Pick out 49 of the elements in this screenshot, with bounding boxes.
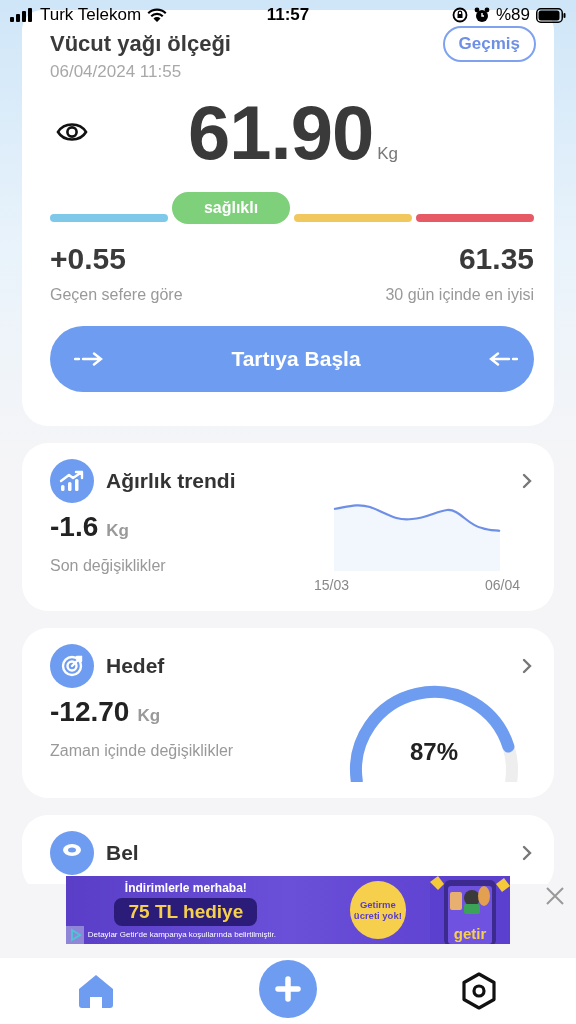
card-title: Ağırlık trendi	[106, 469, 237, 493]
ad-badge: Getirme ücreti yok!	[349, 881, 406, 939]
scale-title: Vücut yağı ölçeği	[50, 31, 231, 57]
chart-icon	[50, 459, 94, 503]
carrier-name: Turk Telekom	[40, 5, 142, 25]
goal-percent: 87%	[408, 738, 459, 766]
settings-icon[interactable]	[460, 972, 498, 1010]
arrow-left-icon	[488, 352, 518, 366]
card-caption: Zaman içinde değişiklikler	[50, 742, 234, 760]
ad-offer: 75 TL hediye	[114, 898, 258, 926]
home-icon[interactable]	[77, 973, 115, 1009]
battery-percent: %89	[495, 5, 530, 25]
axis-label: 15/03	[314, 577, 350, 593]
stat-label: 30 gün içinde en iyisi	[385, 286, 534, 304]
wifi-icon	[147, 7, 168, 23]
card-caption: Son değişiklikler	[50, 557, 166, 575]
chevron-right-icon	[522, 658, 532, 674]
stat-label: Geçen sefere göre	[50, 286, 183, 304]
ad-banner[interactable]: İndirimlerle merhaba! 75 TL hediye Detaylar Getir'de kampanya koşullarında belirtilmiştir. Getirme ücreti yok! getir	[66, 876, 510, 944]
goal-card[interactable]: Hedef -12.70 Kg Zaman içinde değişiklikler 87%	[22, 628, 554, 798]
ad-headline: İndirimlerle merhaba!	[124, 881, 247, 895]
eye-icon[interactable]	[56, 121, 88, 143]
ad-disclaimer: Detaylar Getir'de kampanya koşullarında belirtilmiştir.	[87, 930, 276, 939]
change-unit: Kg	[137, 706, 161, 726]
trend-card[interactable]: Ağırlık trendi -1.6 Kg Son değişiklikler 15/03 06/04	[22, 443, 554, 611]
arrow-right-icon	[74, 352, 104, 366]
target-icon	[50, 644, 94, 688]
measurement-date: 06/04/2024 11:55	[50, 62, 183, 82]
signal-icon	[10, 8, 34, 22]
battery-icon	[536, 7, 566, 23]
chevron-right-icon	[522, 473, 532, 489]
rotation-lock-icon	[451, 7, 468, 23]
add-button[interactable]	[257, 959, 318, 1019]
chevron-right-icon	[522, 845, 532, 861]
card-title: Bel	[106, 841, 140, 865]
axis-label: 06/04	[484, 577, 520, 593]
close-icon[interactable]	[545, 886, 565, 906]
ad-choices-icon[interactable]	[66, 926, 84, 944]
stat-value: +0.55	[50, 242, 127, 276]
ad-brand: getir	[452, 925, 488, 942]
card-title: Hedef	[106, 654, 166, 678]
clock-time: 11:57	[266, 5, 310, 25]
weight-unit: Kg	[377, 144, 398, 164]
status-pill: sağlıklı	[172, 192, 290, 224]
change-value: -12.70	[50, 696, 130, 728]
weight-value: 61.90	[188, 94, 374, 172]
change-value: -1.6	[50, 511, 99, 543]
change-unit: Kg	[106, 521, 129, 541]
stat-value: 61.35	[458, 242, 534, 276]
